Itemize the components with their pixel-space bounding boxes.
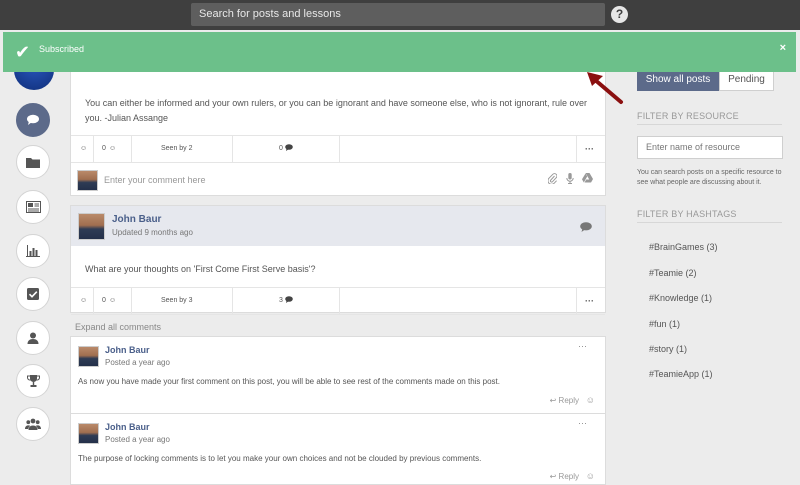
help-icon[interactable]: ? xyxy=(611,6,628,23)
filter-by-hashtags-title: FILTER BY HASHTAGS xyxy=(637,209,737,219)
comment-icon xyxy=(285,288,293,314)
bar-chart-icon[interactable] xyxy=(16,234,50,268)
close-icon[interactable]: × xyxy=(780,42,786,54)
hashtag-link[interactable]: #Teamie (2) xyxy=(649,268,697,278)
comment-more-icon[interactable]: ··· xyxy=(578,418,587,428)
author-name[interactable]: John Baur xyxy=(112,214,161,225)
comment-text: As now you have made your first comment … xyxy=(78,377,500,386)
comment-card: John Baur Posted a year ago ··· As now y… xyxy=(70,336,606,414)
reaction-icon: ☺ xyxy=(109,297,117,304)
comment-smile-icon[interactable]: ☺ xyxy=(586,471,595,481)
reaction-icon: ☺ xyxy=(109,145,117,152)
post-card: John Baur Updated 9 months ago What are … xyxy=(70,205,606,315)
divider xyxy=(637,222,782,223)
filter-by-resource-title: FILTER BY RESOURCE xyxy=(637,111,739,121)
comment-count[interactable]: 3 xyxy=(279,288,283,314)
comment-card: John Baur Posted a year ago ··· The purp… xyxy=(70,413,606,485)
drive-icon[interactable] xyxy=(582,173,593,185)
checkbox-icon[interactable] xyxy=(16,277,50,311)
post-updated-time: Updated 9 months ago xyxy=(112,228,193,237)
expand-all-comments-link[interactable]: Expand all comments xyxy=(75,322,161,332)
comment-author-name[interactable]: John Baur xyxy=(105,422,150,432)
comment-author-avatar[interactable] xyxy=(78,423,99,444)
chat-icon[interactable] xyxy=(16,103,50,137)
smile-icon[interactable]: ☺ xyxy=(80,288,87,314)
hashtag-link[interactable]: #fun (1) xyxy=(649,319,680,329)
top-bar: Search for posts and lessons ? xyxy=(0,0,800,30)
toast-message: Subscribed xyxy=(39,44,85,54)
more-options-icon[interactable]: ··· xyxy=(585,136,594,162)
author-avatar[interactable] xyxy=(78,213,105,240)
reply-label: Reply xyxy=(558,396,579,405)
post-text: What are your thoughts on 'First Come Fi… xyxy=(85,264,316,274)
hashtag-link[interactable]: #BrainGames (3) xyxy=(649,242,718,252)
comment-author-name[interactable]: John Baur xyxy=(105,345,150,355)
hashtag-link[interactable]: #story (1) xyxy=(649,344,687,354)
attachment-icon[interactable] xyxy=(547,173,558,187)
post-actions: ☺ 0 ☺ Seen by 2 0 ··· xyxy=(71,135,605,163)
microphone-icon[interactable] xyxy=(566,173,574,186)
reply-button[interactable]: ↩ Reply xyxy=(550,472,579,481)
hashtag-link[interactable]: #TeamieApp (1) xyxy=(649,369,713,379)
comment-icon xyxy=(285,136,293,162)
comment-composer: Enter your comment here xyxy=(71,165,605,197)
comment-time: Posted a year ago xyxy=(105,358,170,367)
comment-smile-icon[interactable]: ☺ xyxy=(586,395,595,405)
reaction-count[interactable]: 0 xyxy=(102,288,106,314)
folder-icon[interactable] xyxy=(16,145,50,179)
comment-author-avatar[interactable] xyxy=(78,346,99,367)
comment-time: Posted a year ago xyxy=(105,435,170,444)
comment-count[interactable]: 0 xyxy=(279,136,283,162)
reply-button[interactable]: ↩ Reply xyxy=(550,396,579,405)
resource-help-text: You can search posts on a specific resou… xyxy=(637,169,782,186)
more-options-icon[interactable]: ··· xyxy=(585,288,594,314)
post-header: John Baur Updated 9 months ago xyxy=(71,206,605,246)
comment-input[interactable]: Enter your comment here xyxy=(104,175,206,185)
search-input[interactable]: Search for posts and lessons xyxy=(191,3,605,26)
post-text: You can either be informed and your own … xyxy=(85,98,587,123)
subscribed-toast: ✔ Subscribed × xyxy=(3,32,796,72)
comment-bubble-icon[interactable] xyxy=(580,219,592,237)
smile-icon[interactable]: ☺ xyxy=(80,136,87,162)
newspaper-icon[interactable] xyxy=(16,190,50,224)
trophy-icon[interactable] xyxy=(16,364,50,398)
comment-more-icon[interactable]: ··· xyxy=(578,341,587,351)
comment-text: The purpose of locking comments is to le… xyxy=(78,454,482,463)
seen-by[interactable]: Seen by 3 xyxy=(161,288,193,314)
person-icon[interactable] xyxy=(16,321,50,355)
resource-search-input[interactable]: Enter name of resource xyxy=(637,136,783,159)
commenter-avatar xyxy=(77,170,98,191)
reaction-count[interactable]: 0 xyxy=(102,136,106,162)
seen-by[interactable]: Seen by 2 xyxy=(161,136,193,162)
hashtag-link[interactable]: #Knowledge (1) xyxy=(649,293,712,303)
divider xyxy=(637,124,782,125)
post-actions: ☺ 0 ☺ Seen by 3 3 ··· xyxy=(71,287,605,315)
group-icon[interactable] xyxy=(16,407,50,441)
reply-label: Reply xyxy=(558,472,579,481)
annotation-arrow-icon xyxy=(587,72,623,104)
check-icon: ✔ xyxy=(15,42,31,62)
